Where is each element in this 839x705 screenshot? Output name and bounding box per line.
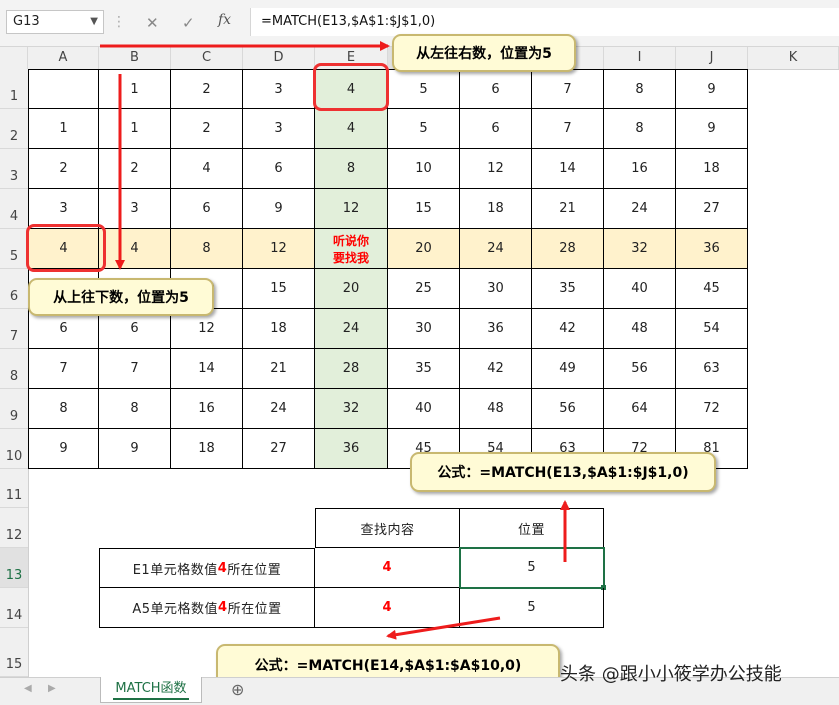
callout-left-to-right: 从左往右数，位置为5 <box>392 34 576 72</box>
callout-formula-row: 公式：=MATCH(E13,$A$1:$J$1,0) <box>410 452 716 492</box>
add-sheet-icon[interactable]: ⊕ <box>231 680 244 699</box>
annotation-arrows <box>100 41 570 640</box>
sheet-tab-match[interactable]: MATCH函数 <box>100 677 202 703</box>
scroll-left-icon[interactable]: ◀ <box>24 683 32 694</box>
arrow-to-g14 <box>386 616 501 640</box>
scroll-right-icon[interactable]: ▶ <box>48 683 56 694</box>
watermark: 头条 @跟小小筱学办公技能 <box>560 664 782 685</box>
callout-top-to-bottom: 从上往下数，位置为5 <box>28 278 214 316</box>
